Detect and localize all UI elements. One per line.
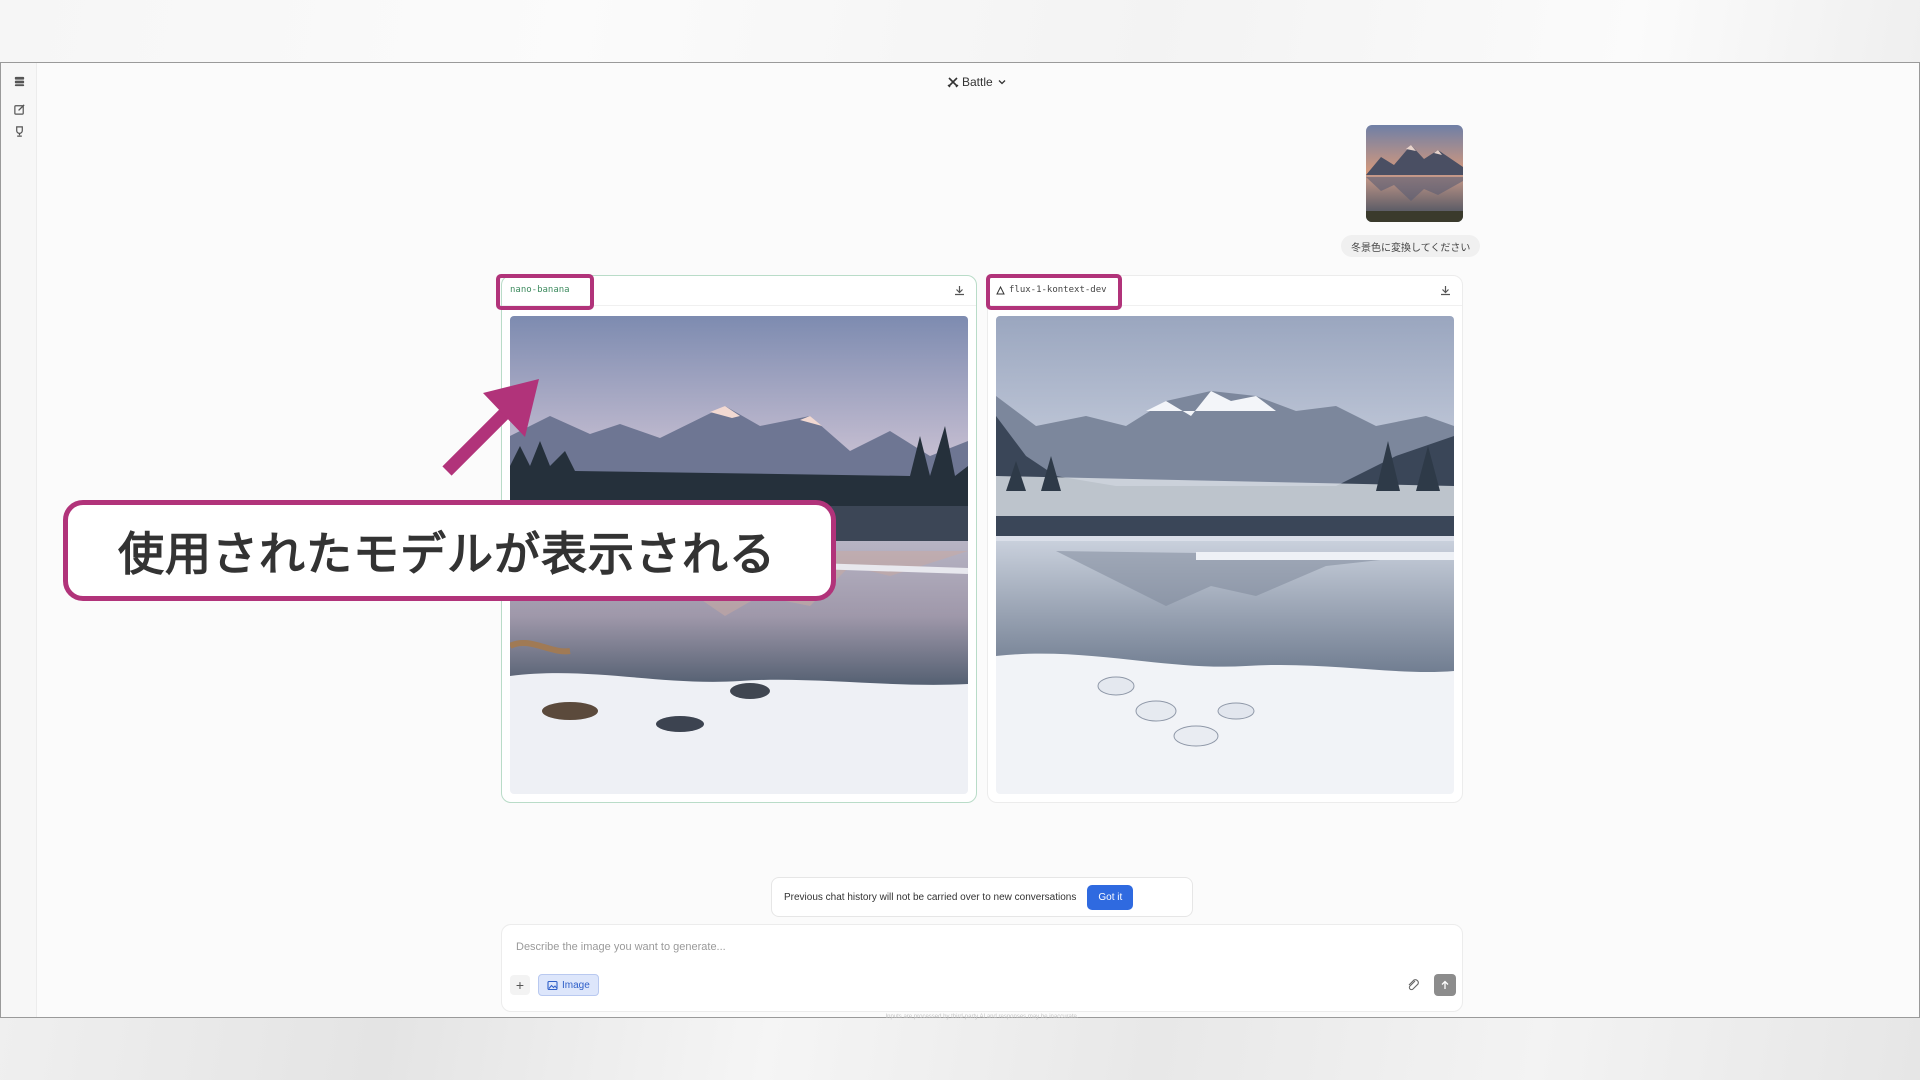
image-icon	[547, 980, 558, 990]
app-window: Battle 冬景色に変換してください nano-banana flux-1-k…	[0, 62, 1920, 1020]
highlight-model-b	[986, 274, 1122, 310]
download-icon[interactable]	[1439, 284, 1452, 297]
toast-message: Previous chat history will not be carrie…	[784, 891, 1077, 903]
sidebar	[1, 63, 37, 1017]
notice-toast: Previous chat history will not be carrie…	[771, 877, 1193, 917]
prompt-input[interactable]	[516, 937, 1316, 957]
mode-title: Battle	[962, 75, 993, 89]
user-prompt-bubble: 冬景色に変換してください	[1341, 235, 1481, 257]
composer-disclaimer: Inputs are processed by third-party AI a…	[885, 1014, 1079, 1020]
image-mode-label: Image	[562, 979, 590, 991]
generated-image-b[interactable]	[996, 316, 1454, 794]
swords-icon	[947, 77, 959, 88]
paperclip-icon[interactable]	[1406, 978, 1420, 992]
trophy-icon[interactable]	[12, 124, 26, 138]
stack-icon[interactable]	[12, 74, 26, 88]
prompt-composer: + Image	[501, 924, 1463, 1012]
annotation-arrow-icon	[442, 379, 539, 476]
annotation-callout: 使用されたモデルが表示される	[63, 500, 836, 601]
got-it-button[interactable]: Got it	[1087, 884, 1134, 910]
send-button[interactable]	[1434, 974, 1456, 996]
result-card-b[interactable]: flux-1-kontext-dev	[987, 275, 1463, 803]
new-chat-icon[interactable]	[12, 102, 26, 116]
user-attachment-image[interactable]	[1366, 125, 1463, 222]
image-mode-button[interactable]: Image	[538, 974, 599, 996]
slide-background-top	[0, 0, 1920, 62]
mode-selector[interactable]: Battle	[947, 73, 1008, 91]
chevron-down-icon	[998, 80, 1006, 85]
arrow-up-icon	[1441, 980, 1449, 989]
slide-background-bottom	[0, 1017, 1920, 1080]
highlight-model-a	[496, 274, 594, 310]
add-attachment-button[interactable]: +	[510, 975, 530, 995]
download-icon[interactable]	[953, 284, 966, 297]
